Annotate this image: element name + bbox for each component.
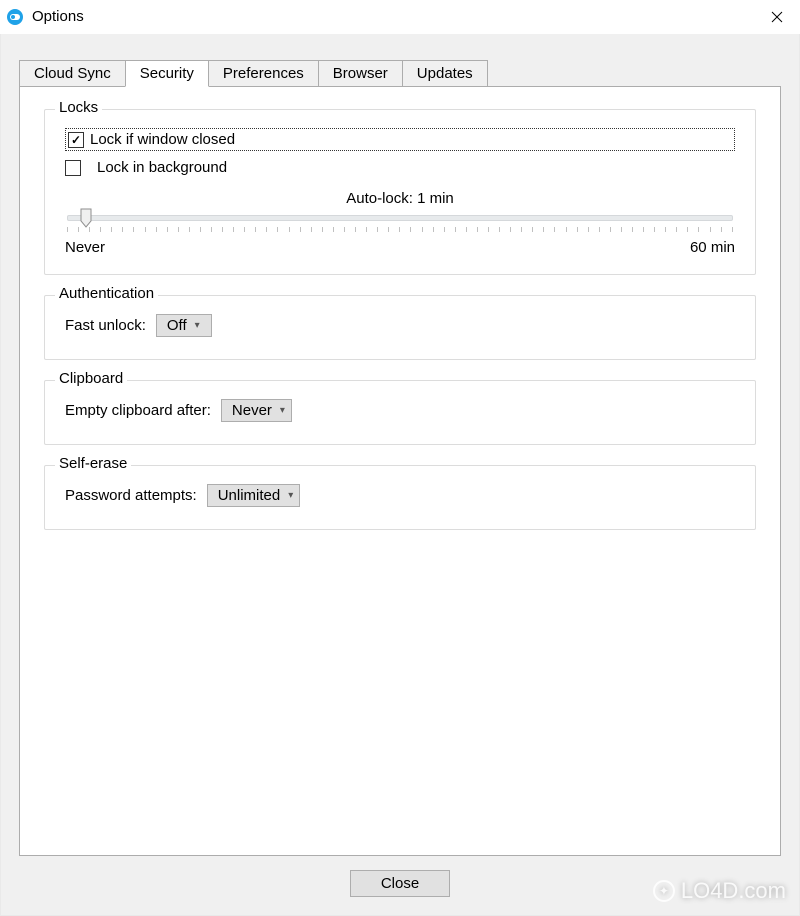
slider-range-labels: Never 60 min xyxy=(65,239,735,256)
slider-ticks xyxy=(67,227,733,233)
client-area: Cloud Sync Security Preferences Browser … xyxy=(0,34,800,916)
tab-cloud-sync[interactable]: Cloud Sync xyxy=(19,60,126,86)
group-authentication-legend: Authentication xyxy=(55,285,158,302)
group-self-erase: Self-erase Password attempts: Unlimited … xyxy=(44,465,756,530)
close-button[interactable]: Close xyxy=(350,870,450,897)
fast-unlock-select[interactable]: Off ▾ xyxy=(156,314,212,337)
close-icon xyxy=(771,11,783,23)
window-title: Options xyxy=(32,8,84,25)
password-attempts-select[interactable]: Unlimited ▾ xyxy=(207,484,301,507)
chevron-down-icon: ▾ xyxy=(195,320,200,331)
tab-preferences[interactable]: Preferences xyxy=(208,60,319,86)
titlebar: Options xyxy=(0,0,800,34)
auto-lock-label: Auto-lock: 1 min xyxy=(65,190,735,207)
window-close-button[interactable] xyxy=(754,0,800,34)
fast-unlock-value: Off xyxy=(167,317,187,334)
slider-min-label: Never xyxy=(65,239,105,256)
lock-if-window-closed-row[interactable]: Lock if window closed xyxy=(65,128,735,151)
fast-unlock-label: Fast unlock: xyxy=(65,317,146,334)
password-attempts-label: Password attempts: xyxy=(65,487,197,504)
slider-thumb[interactable] xyxy=(80,208,92,228)
chevron-down-icon: ▾ xyxy=(288,490,293,501)
group-clipboard-legend: Clipboard xyxy=(55,370,127,387)
checkbox-lock-in-background[interactable] xyxy=(65,160,81,176)
app-icon xyxy=(6,8,24,26)
empty-clipboard-after-value: Never xyxy=(232,402,272,419)
chevron-down-icon: ▾ xyxy=(280,405,285,416)
group-locks-legend: Locks xyxy=(55,99,102,116)
lock-if-window-closed-label: Lock if window closed xyxy=(90,131,235,148)
group-locks: Locks Lock if window closed Lock in back… xyxy=(44,109,756,275)
tab-page-security: Locks Lock if window closed Lock in back… xyxy=(19,86,781,856)
checkbox-lock-if-window-closed[interactable] xyxy=(68,132,84,148)
slider-max-label: 60 min xyxy=(690,239,735,256)
group-self-erase-legend: Self-erase xyxy=(55,455,131,472)
empty-clipboard-after-select[interactable]: Never ▾ xyxy=(221,399,292,422)
tab-strip: Cloud Sync Security Preferences Browser … xyxy=(19,60,781,86)
password-attempts-value: Unlimited xyxy=(218,487,281,504)
tab-browser[interactable]: Browser xyxy=(318,60,403,86)
group-authentication: Authentication Fast unlock: Off ▾ xyxy=(44,295,756,360)
empty-clipboard-after-label: Empty clipboard after: xyxy=(65,402,211,419)
tab-security[interactable]: Security xyxy=(125,60,209,87)
dialog-button-bar: Close xyxy=(1,870,799,897)
tab-updates[interactable]: Updates xyxy=(402,60,488,86)
auto-lock-slider[interactable] xyxy=(67,215,733,221)
lock-in-background-label: Lock in background xyxy=(97,159,227,176)
group-clipboard: Clipboard Empty clipboard after: Never ▾ xyxy=(44,380,756,445)
